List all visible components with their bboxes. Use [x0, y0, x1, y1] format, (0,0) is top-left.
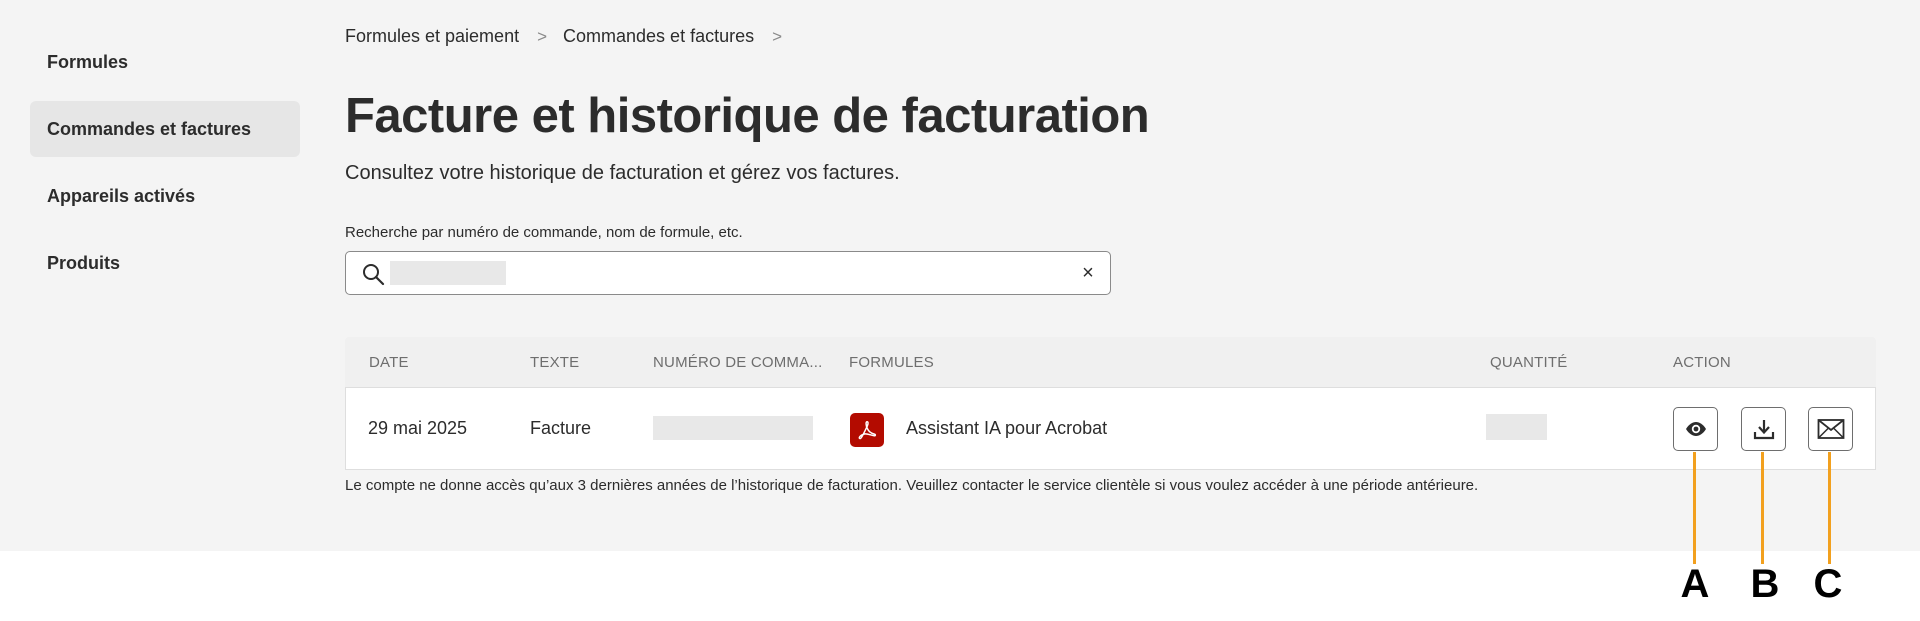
download-icon: [1753, 420, 1774, 440]
breadcrumb-separator-icon: >: [772, 26, 783, 46]
search-box: ×: [345, 251, 1111, 295]
breadcrumb-item-formules-et-paiement[interactable]: Formules et paiement: [345, 26, 519, 47]
callout-label-b: B: [1750, 562, 1780, 606]
callout-label-a: A: [1680, 562, 1710, 606]
row-plan: Assistant IA pour Acrobat: [906, 418, 1108, 438]
column-header-date: DATE: [369, 354, 409, 371]
sidebar-item-formules[interactable]: Formules: [30, 34, 300, 90]
sidebar-item-appareils-actives[interactable]: Appareils activés: [30, 168, 300, 224]
acrobat-logo-icon: [858, 421, 877, 440]
callout-label-c: C: [1813, 562, 1843, 606]
row-quantity: [1486, 414, 1547, 440]
sidebar-item-produits[interactable]: Produits: [30, 235, 300, 291]
row-type: Facture: [530, 418, 592, 438]
table-header: DATE TEXTE NUMÉRO DE COMMA... FORMULES Q…: [345, 337, 1876, 387]
callout-line-b: [1761, 452, 1764, 564]
sidebar-item-label: Produits: [47, 252, 121, 273]
acrobat-pdf-icon: [850, 413, 884, 447]
callout-line-c: [1828, 452, 1831, 564]
column-header-quantite: QUANTITÉ: [1490, 354, 1568, 371]
row-order-number: [653, 416, 813, 440]
breadcrumb: Formules et paiement > Commandes et fact…: [345, 26, 798, 47]
email-invoice-button[interactable]: [1808, 407, 1853, 451]
sidebar-item-label: Appareils activés: [47, 185, 196, 206]
mail-icon: [1817, 419, 1844, 439]
row-date: 29 mai 2025: [368, 418, 468, 438]
breadcrumb-separator-icon: >: [537, 26, 548, 46]
breadcrumb-item-commandes-et-factures[interactable]: Commandes et factures: [563, 26, 754, 47]
clear-search-icon[interactable]: ×: [1076, 260, 1100, 286]
billing-table: DATE TEXTE NUMÉRO DE COMMA... FORMULES Q…: [345, 337, 1876, 470]
column-header-action: ACTION: [1673, 354, 1731, 371]
table-row: 29 mai 2025 Facture Assistant IA pour Ac…: [345, 387, 1876, 470]
column-header-texte: TEXTE: [530, 354, 580, 371]
page: Formules Commandes et factures Appareils…: [0, 0, 1920, 621]
app-area: Formules Commandes et factures Appareils…: [0, 0, 1920, 551]
callout-line-a: [1693, 452, 1696, 564]
page-title: Facture et historique de facturation: [345, 89, 1150, 143]
search-icon: [363, 264, 385, 286]
column-header-formules: FORMULES: [849, 354, 934, 371]
sidebar-item-label: Formules: [47, 51, 129, 72]
eye-icon: [1685, 422, 1706, 436]
view-invoice-button[interactable]: [1673, 407, 1718, 451]
page-subtitle: Consultez votre historique de facturatio…: [345, 162, 900, 184]
billing-history-footnote: Le compte ne donne accès qu’aux 3 derniè…: [345, 477, 1479, 494]
download-invoice-button[interactable]: [1741, 407, 1786, 451]
search-label: Recherche par numéro de commande, nom de…: [345, 224, 743, 241]
sidebar-item-commandes-et-factures[interactable]: Commandes et factures: [30, 101, 300, 157]
search-input[interactable]: [390, 261, 506, 285]
sidebar: Formules Commandes et factures Appareils…: [30, 34, 300, 302]
sidebar-item-label: Commandes et factures: [47, 118, 252, 139]
column-header-order-number: NUMÉRO DE COMMA...: [653, 354, 823, 371]
